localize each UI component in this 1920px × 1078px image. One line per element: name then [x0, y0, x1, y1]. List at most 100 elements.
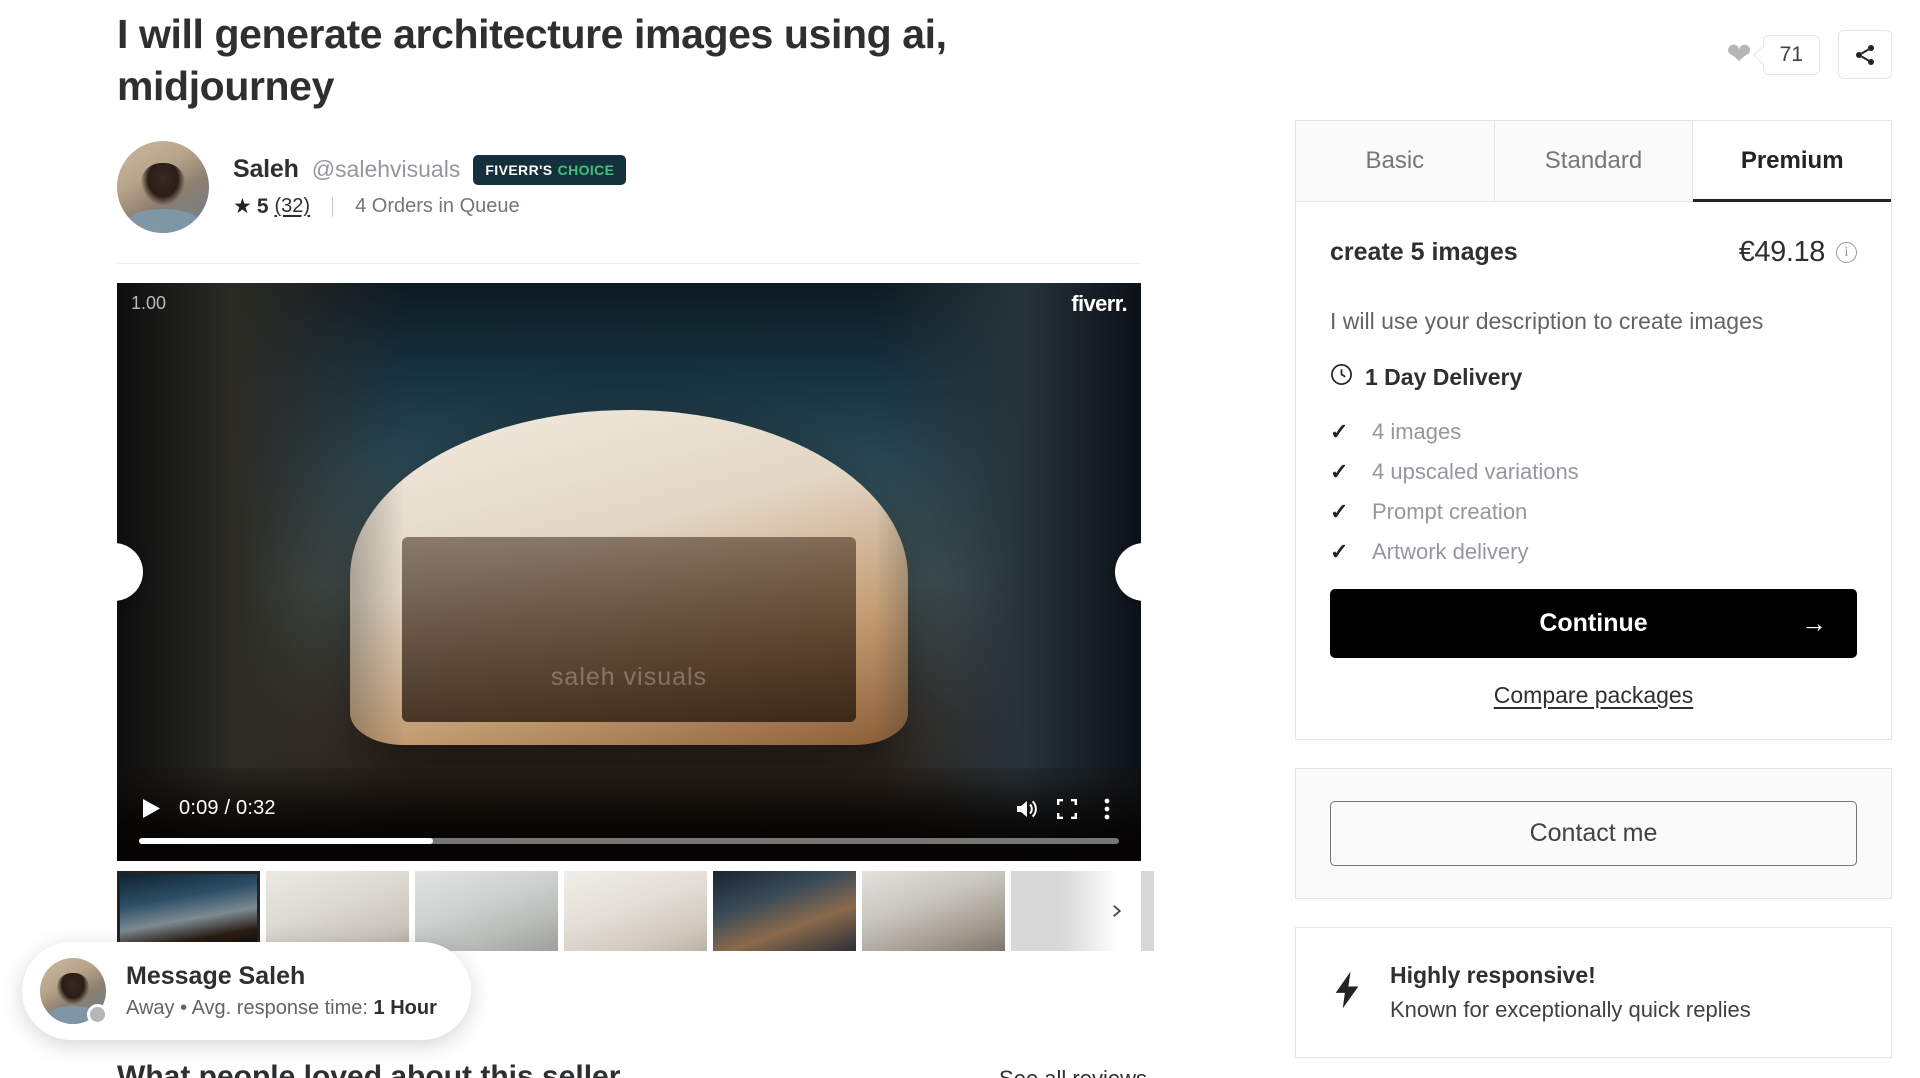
- check-icon: ✓: [1330, 419, 1349, 445]
- response-time: 1 Hour: [373, 997, 437, 1019]
- thumbnail-item[interactable]: [713, 870, 856, 951]
- responsiveness-subtitle: Known for exceptionally quick replies: [1390, 997, 1751, 1023]
- thumbnail-strip: [117, 870, 1154, 951]
- rating-count[interactable]: (32): [275, 195, 311, 218]
- top-actions: ❤ 71: [1727, 30, 1892, 79]
- video-progress-bar[interactable]: [139, 837, 1119, 844]
- seller-identity-row: Saleh @salehvisuals FIVERR'S CHOICE: [233, 154, 627, 185]
- check-icon: ✓: [1330, 459, 1349, 485]
- video-controls-row: 0:09 / 0:32: [117, 789, 1141, 829]
- arrow-right-icon: →: [1801, 608, 1827, 639]
- video-progress-fill: [139, 837, 433, 844]
- playback-speed-label: 1.00: [131, 292, 167, 313]
- thumbnail-item[interactable]: [266, 870, 409, 951]
- divider: [332, 196, 334, 217]
- play-button[interactable]: [131, 789, 171, 829]
- package-body: create 5 images €49.18 i I will use your…: [1296, 202, 1891, 739]
- fullscreen-icon: [1057, 798, 1077, 819]
- feature-item: ✓ 4 upscaled variations: [1330, 459, 1857, 485]
- package-price-group: €49.18 i: [1739, 236, 1857, 269]
- message-seller-widget[interactable]: Message Saleh Away • Avg. response time:…: [22, 942, 471, 1040]
- volume-button[interactable]: [1007, 789, 1047, 829]
- feature-item: ✓ Prompt creation: [1330, 499, 1857, 525]
- continue-button[interactable]: Continue →: [1330, 589, 1857, 659]
- see-all-reviews-link[interactable]: See all reviews: [999, 1066, 1147, 1078]
- chevron-left-icon: [117, 566, 118, 578]
- feature-label: Prompt creation: [1372, 499, 1528, 525]
- bolt-icon: [1330, 970, 1364, 1015]
- package-features: ✓ 4 images ✓ 4 upscaled variations ✓ Pro…: [1330, 419, 1857, 565]
- package-description: I will use your description to create im…: [1330, 308, 1764, 334]
- tab-premium[interactable]: Premium: [1693, 121, 1892, 202]
- responsiveness-title: Highly responsive!: [1390, 962, 1596, 989]
- media-top-strip: [117, 262, 1141, 283]
- play-icon: [142, 799, 160, 819]
- seller-avatar[interactable]: [117, 140, 209, 233]
- badge-secondary-text: CHOICE: [557, 161, 615, 178]
- tab-standard[interactable]: Standard: [1494, 121, 1694, 202]
- feature-item: ✓ 4 images: [1330, 419, 1857, 445]
- thumbnail-item[interactable]: [862, 870, 1005, 951]
- more-vertical-icon: [1104, 798, 1110, 820]
- rating-value: 5: [256, 194, 269, 218]
- package-tabs: Basic Standard Premium: [1296, 121, 1892, 202]
- responsiveness-text: Highly responsive! Known for exceptional…: [1390, 962, 1751, 1023]
- rating-count-text: (32): [274, 195, 311, 218]
- video-controls: 0:09 / 0:32: [117, 778, 1141, 861]
- message-widget-text: Message Saleh Away • Avg. response time:…: [126, 962, 437, 1020]
- page-title: I will generate architecture images usin…: [117, 11, 947, 110]
- star-icon: ★: [233, 195, 252, 219]
- dot-separator: •: [180, 997, 188, 1019]
- feature-label: Artwork delivery: [1372, 539, 1529, 565]
- heart-icon[interactable]: ❤: [1727, 39, 1752, 70]
- message-widget-subtitle: Away • Avg. response time: 1 Hour: [126, 997, 437, 1020]
- orders-in-queue: 4 Orders in Queue: [355, 195, 520, 218]
- feature-label: 4 upscaled variations: [1372, 459, 1579, 485]
- seller-status: Away: [126, 997, 175, 1019]
- tab-basic[interactable]: Basic: [1296, 121, 1495, 202]
- more-options-button[interactable]: [1087, 789, 1127, 829]
- clock-icon: [1330, 363, 1353, 391]
- favorite-count[interactable]: 71: [1762, 34, 1820, 75]
- responsiveness-card: Highly responsive! Known for exceptional…: [1295, 927, 1892, 1059]
- reviews-title: What people loved about this seller: [117, 1060, 621, 1078]
- seller-handle[interactable]: @salehvisuals: [312, 156, 461, 183]
- info-icon[interactable]: i: [1836, 242, 1857, 263]
- package-price: €49.18: [1738, 236, 1826, 268]
- compare-packages-link[interactable]: Compare packages: [1330, 682, 1857, 709]
- seller-name[interactable]: Saleh: [233, 155, 299, 184]
- status-badge: [87, 1004, 108, 1025]
- gig-page: ❤ 71 I will generate architecture images…: [0, 0, 1920, 1078]
- media-gallery: 1.00 fiverr. saleh visuals 0:09 / 0:32: [117, 262, 1154, 951]
- continue-label: Continue: [1539, 609, 1648, 638]
- thumbnails-next-button[interactable]: [1099, 894, 1133, 928]
- fullscreen-button[interactable]: [1047, 789, 1087, 829]
- feature-label: 4 images: [1372, 419, 1462, 445]
- share-icon: [1856, 44, 1874, 65]
- share-button[interactable]: [1838, 30, 1892, 79]
- response-prefix: Avg. response time:: [191, 997, 368, 1019]
- chevron-right-icon: [1113, 905, 1122, 917]
- contact-me-button[interactable]: Contact me: [1330, 801, 1857, 867]
- video-watermark: saleh visuals: [550, 662, 708, 691]
- volume-icon: [1017, 800, 1037, 818]
- thumbnail-item[interactable]: [117, 870, 260, 951]
- purchase-sidebar: Basic Standard Premium create 5 images €…: [1295, 120, 1892, 1059]
- badge-primary-text: FIVERR'S: [485, 161, 553, 178]
- feature-item: ✓ Artwork delivery: [1330, 539, 1857, 565]
- gig-main-column: I will generate architecture images usin…: [117, 0, 1154, 951]
- video-time-display: 0:09 / 0:32: [179, 797, 276, 820]
- thumbnail-item[interactable]: [415, 870, 558, 951]
- thumbnail-item[interactable]: [564, 870, 707, 951]
- fiverr-logo-watermark: fiverr.: [1071, 290, 1127, 316]
- favorite-group: ❤ 71: [1727, 34, 1820, 75]
- video-player[interactable]: 1.00 fiverr. saleh visuals 0:09 / 0:32: [117, 282, 1141, 861]
- delivery-row: 1 Day Delivery: [1330, 363, 1857, 391]
- reviews-section-header: What people loved about this seller See …: [117, 1060, 1147, 1078]
- chevron-right-icon: [1140, 566, 1141, 578]
- seller-text: Saleh @salehvisuals FIVERR'S CHOICE ★ 5 …: [233, 154, 627, 219]
- package-card: Basic Standard Premium create 5 images €…: [1295, 120, 1892, 741]
- status-badge: FIVERR'S CHOICE: [473, 154, 627, 185]
- package-header: create 5 images €49.18 i: [1330, 236, 1857, 269]
- message-widget-title: Message Saleh: [126, 962, 306, 990]
